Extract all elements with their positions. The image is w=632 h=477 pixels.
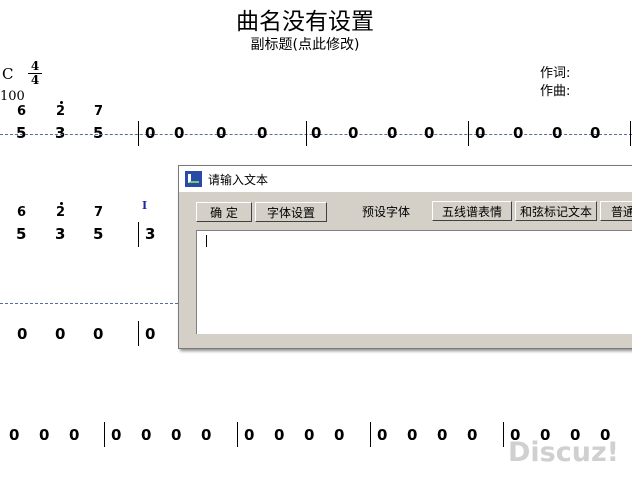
note[interactable]: 3 [55,225,65,243]
barline [104,422,105,447]
note[interactable]: 0 [216,124,226,142]
barline [138,222,139,247]
note[interactable]: 0 [590,124,600,142]
time-signature[interactable]: 4 4 [28,60,42,87]
barline [306,121,307,146]
note[interactable]: 0 [55,325,65,343]
normal-button[interactable]: 普通 [600,201,632,221]
chord-tone[interactable]: 7 [94,205,103,220]
note[interactable]: 3 [145,225,155,243]
chord-tone[interactable]: 6 [17,205,26,220]
note[interactable]: 0 [387,124,397,142]
forum-watermark: Discuz! [508,437,619,468]
text-caret [206,235,207,247]
barline [138,321,139,346]
note[interactable]: 0 [244,426,254,444]
dialog-title-bar[interactable]: 请输入文本 [179,166,632,192]
high-octave-dot [60,202,63,205]
note[interactable]: 0 [39,426,49,444]
note[interactable]: 3 [55,124,65,142]
time-signature-top: 4 [30,59,40,73]
high-octave-dot [60,101,63,104]
note[interactable]: 0 [257,124,267,142]
font-settings-button[interactable]: 字体设置 [255,202,327,222]
note[interactable]: 5 [16,225,26,243]
note[interactable]: 0 [377,426,387,444]
note[interactable]: 0 [111,426,121,444]
app-icon [185,171,202,187]
staff-guide-line [0,303,178,304]
note[interactable]: 0 [311,124,321,142]
score-title[interactable]: 曲名没有设置 [0,2,610,36]
key-signature[interactable]: C [2,65,13,83]
note[interactable]: 5 [93,225,103,243]
note[interactable]: 0 [334,426,344,444]
note[interactable]: 0 [9,426,19,444]
note[interactable]: 0 [437,426,447,444]
note[interactable]: 0 [274,426,284,444]
note[interactable]: 0 [69,426,79,444]
note[interactable]: 0 [174,124,184,142]
note[interactable]: 0 [201,426,211,444]
note[interactable]: 5 [93,124,103,142]
barline [503,422,504,447]
time-signature-bottom: 4 [28,73,42,87]
note[interactable]: 0 [467,426,477,444]
note[interactable]: 0 [304,426,314,444]
text-input-dialog: 请输入文本 确 定 字体设置 预设字体 五线谱表情 和弦标记文本 普通 [178,165,632,349]
chord-tone[interactable]: 2 [56,205,65,220]
chord-tone[interactable]: 7 [94,104,103,119]
lyricist-label[interactable]: 作词: [540,62,570,81]
barline [237,422,238,447]
chord-text-button[interactable]: 和弦标记文本 [515,201,597,221]
barline [468,121,469,146]
note[interactable]: 5 [16,124,26,142]
staff-expression-button[interactable]: 五线谱表情 [432,201,512,221]
preset-font-label[interactable]: 预设字体 [362,203,410,220]
note[interactable]: 0 [552,124,562,142]
note[interactable]: 0 [17,325,27,343]
note[interactable]: 0 [407,426,417,444]
note[interactable]: 0 [513,124,523,142]
note[interactable]: 0 [171,426,181,444]
tempo-mark[interactable]: 100 [0,89,25,104]
note[interactable]: 0 [348,124,358,142]
chord-tone[interactable]: 6 [17,104,26,119]
barline [630,121,631,146]
note[interactable]: 0 [475,124,485,142]
text-entry-area[interactable] [196,230,632,334]
insertion-marker: I [142,199,148,212]
note[interactable]: 0 [145,325,155,343]
composer-label[interactable]: 作曲: [540,80,570,99]
note[interactable]: 0 [145,124,155,142]
chord-tone[interactable]: 2 [56,104,65,119]
note[interactable]: 0 [424,124,434,142]
score-subtitle[interactable]: 副标题(点此修改) [0,34,610,54]
barline [370,422,371,447]
barline [138,121,139,146]
note[interactable]: 0 [141,426,151,444]
dialog-title: 请输入文本 [208,173,269,187]
ok-button[interactable]: 确 定 [196,202,252,222]
note[interactable]: 0 [93,325,103,343]
